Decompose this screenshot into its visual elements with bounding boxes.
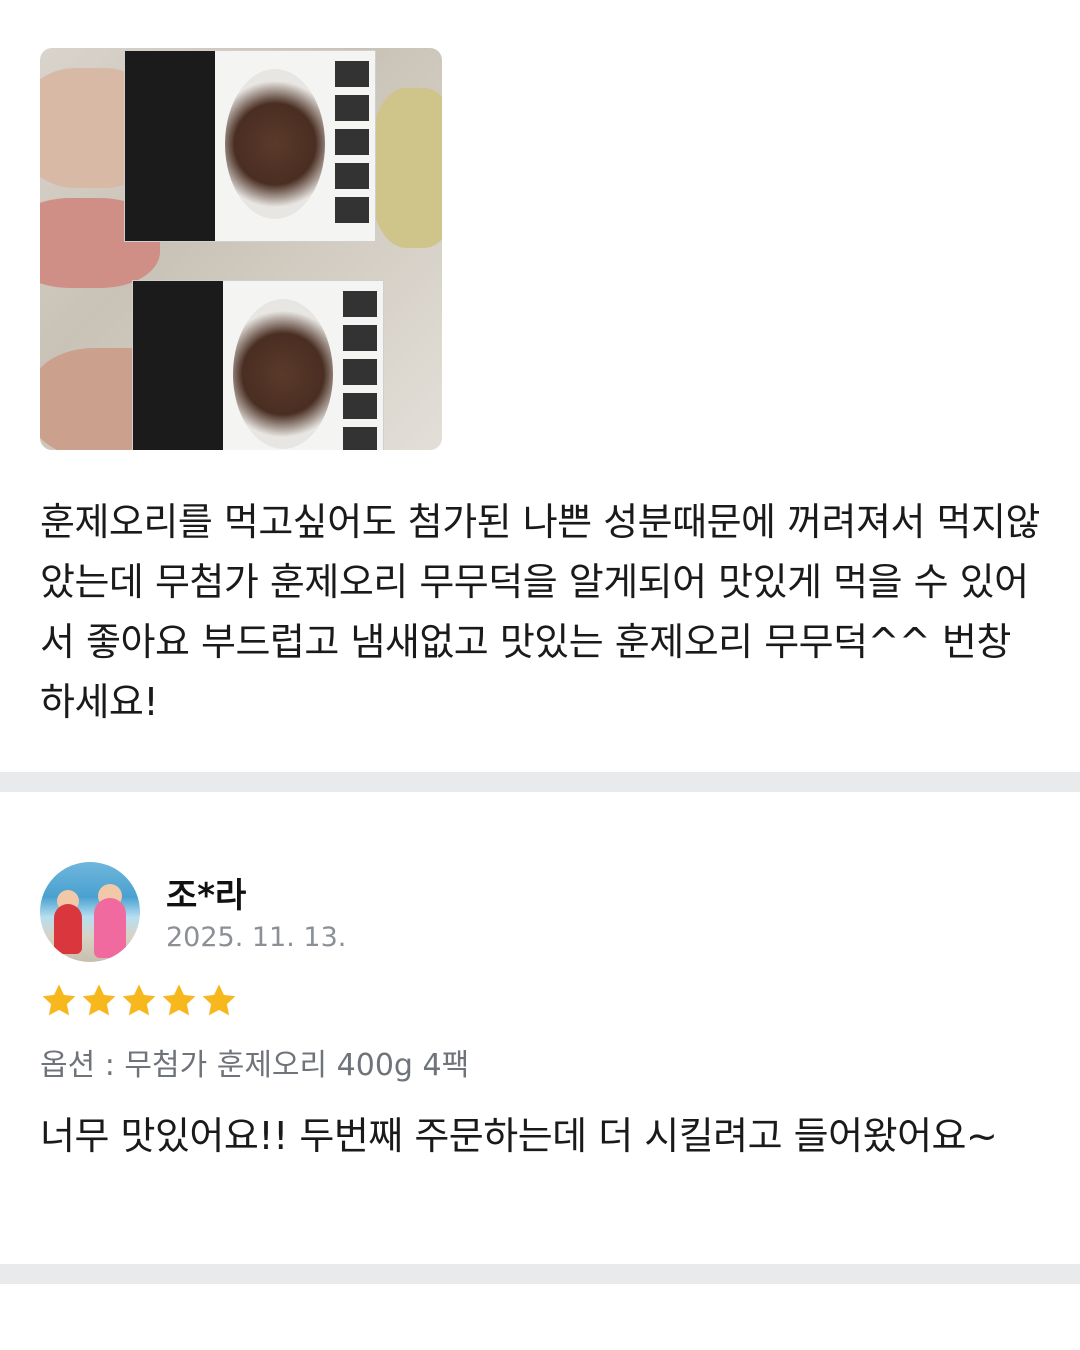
- rating-stars: [40, 982, 238, 1020]
- pack-title-mark: [335, 61, 369, 231]
- star-icon: [202, 984, 236, 1016]
- review-body: 훈제오리를 먹고싶어도 첨가된 나쁜 성분때문에 꺼려져서 먹지않았는데 무첨가…: [40, 500, 1040, 724]
- pack-food-plate: [233, 299, 333, 449]
- pack-label-panel: [125, 51, 215, 241]
- star-icon: [42, 984, 76, 1016]
- pack-food-plate: [225, 69, 325, 219]
- review-divider: [0, 772, 1080, 792]
- reviewer-name: 조*라: [166, 876, 247, 916]
- review-date: 2025. 11. 13.: [166, 922, 347, 953]
- pack-label-panel: [133, 281, 223, 450]
- avatar-figure: [94, 898, 126, 958]
- pack-title-mark: [343, 291, 377, 450]
- star-icon: [122, 984, 156, 1016]
- avatar: [40, 862, 140, 962]
- avatar-figure: [54, 904, 82, 954]
- product-pack-bottom: [132, 280, 384, 450]
- review-divider: [0, 1264, 1080, 1284]
- star-icon: [82, 984, 116, 1016]
- purchase-option: 옵션 : 무첨가 훈제오리 400g 4팩: [40, 1048, 470, 1083]
- star-icon: [162, 984, 196, 1016]
- review-photo[interactable]: [40, 48, 442, 450]
- photo-bg-meat-4: [370, 88, 442, 248]
- review-body: 너무 맛있어요!! 두번째 주문하는데 더 시킬려고 들어왔어요~: [40, 1114, 998, 1158]
- product-pack-top: [124, 50, 376, 242]
